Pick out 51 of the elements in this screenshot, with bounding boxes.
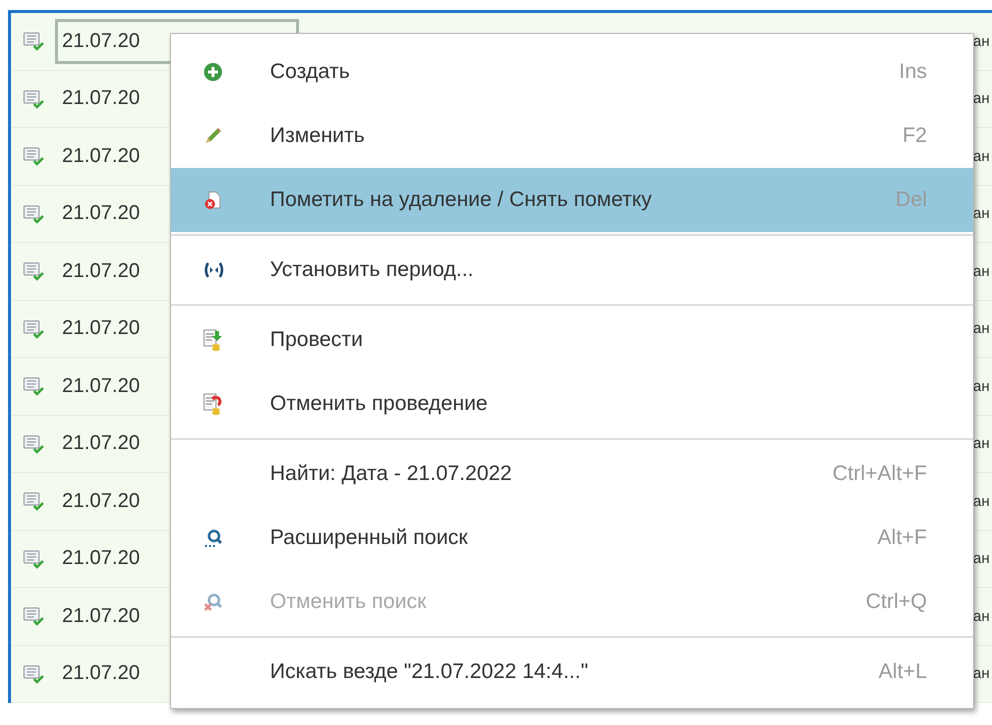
posted-document-icon [23, 491, 45, 512]
table-cell: ан [973, 320, 990, 338]
table-cell: ан [973, 435, 990, 452]
table-cell: ан [973, 378, 990, 395]
document-delete-icon [203, 190, 223, 210]
posted-document-icon [23, 146, 45, 166]
date-cell-text: 21.07.20 [61, 604, 141, 629]
table-cell: ан [973, 205, 990, 222]
posted-document-icon [23, 204, 45, 224]
posted-document-icon [23, 664, 45, 684]
menu-item[interactable]: Найти: Дата - 21.07.2022 Ctrl+Alt+F [171, 442, 973, 506]
date-cell-text: 21.07.20 [61, 374, 141, 399]
table-cell: ан [973, 665, 990, 682]
date-cell-text: 21.07.20 [61, 144, 141, 169]
pencil-icon [203, 126, 223, 146]
plus-icon [203, 62, 223, 82]
posted-document-icon [23, 548, 45, 569]
menu-item[interactable]: Отменить проведение [171, 372, 973, 436]
posted-document-icon [23, 31, 45, 52]
menu-item[interactable]: Установить период... [171, 238, 973, 302]
posted-document-icon [23, 88, 45, 109]
menu-item[interactable]: Искать везде "21.07.2022 14:4..." Alt+L [171, 640, 973, 704]
table-cell: ан [973, 492, 990, 510]
date-cell-text: 21.07.20 [61, 86, 141, 112]
date-cell-text: 21.07.20 [61, 201, 141, 226]
table-cell: ан [973, 608, 990, 625]
posted-document-icon [23, 261, 45, 282]
menu-item[interactable]: Расширенный поиск Alt+F [171, 506, 973, 570]
posted-document-icon [23, 434, 45, 454]
date-cell-text: 21.07.20 [61, 258, 141, 284]
post-document-icon [203, 329, 223, 351]
table-cell: ан [973, 550, 990, 568]
posted-document-icon [23, 318, 45, 339]
period-icon [203, 262, 225, 278]
table-cell: ан [973, 32, 990, 50]
cancel-search-icon [203, 592, 223, 612]
table-cell: ан [973, 90, 990, 108]
posted-document-icon [23, 606, 45, 626]
date-cell-text: 21.07.20 [61, 316, 141, 342]
menu-item[interactable]: Пометить на удаление / Снять пометку Del [171, 168, 973, 232]
date-cell-text: 21.07.20 [61, 546, 141, 572]
search-icon [203, 528, 223, 548]
menu-item[interactable]: Изменить F2 [171, 104, 973, 168]
date-cell-text: 21.07.20 [61, 661, 141, 686]
date-cell-text: 21.07.20 [61, 431, 141, 456]
posted-document-icon [23, 376, 45, 396]
date-cell-text: 21.07.20 [61, 488, 141, 514]
unpost-document-icon [203, 393, 223, 415]
table-cell: ан [973, 262, 990, 280]
table-cell: ан [973, 148, 990, 165]
menu-item[interactable]: Провести [171, 308, 973, 372]
